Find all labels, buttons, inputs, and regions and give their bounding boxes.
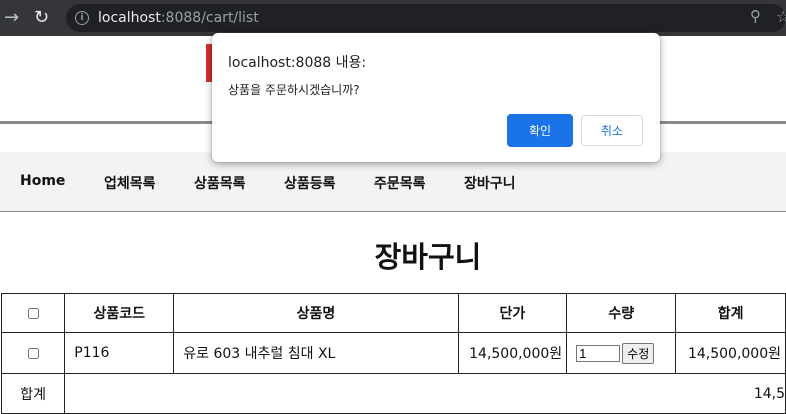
bookmark-star-icon[interactable]: ☆	[776, 7, 786, 26]
cell-subtotal: 14,500,000원	[675, 332, 786, 374]
menu-item-products[interactable]: 상품목록	[194, 173, 246, 193]
reload-icon[interactable]: ↻	[34, 8, 49, 28]
menu-item-vendors[interactable]: 업체목록	[104, 173, 156, 193]
page-title: 장바구니	[374, 240, 482, 274]
table-row: P116 유로 603 내추럴 침대 XL 14,500,000원 수정 14,…	[0, 332, 786, 374]
column-header-subtotal: 합계	[675, 293, 786, 333]
select-all-cell	[0, 293, 66, 333]
confirm-dialog: localhost:8088 내용: 상품을 주문하시겠습니까? 확인 취소	[212, 33, 660, 162]
total-row: 합계 14,5	[0, 373, 786, 414]
cart-table: 상품코드 상품명 단가 수량 합계 P116 유로 603 내추럴 침대 XL …	[0, 293, 786, 414]
column-header-qty: 수량	[566, 293, 677, 333]
cell-product-name: 유로 603 내추럴 침대 XL	[173, 332, 459, 374]
total-label: 합계	[0, 373, 66, 414]
cell-quantity: 수정	[566, 332, 677, 374]
menu-item-add-product[interactable]: 상품등록	[284, 173, 336, 193]
row-select-cell	[0, 332, 66, 374]
cancel-button[interactable]: 취소	[581, 115, 643, 146]
browser-toolbar: → ↻ i localhost:8088/cart/list ⚲ ☆	[0, 0, 786, 36]
cell-unit-price: 14,500,000원	[457, 332, 568, 374]
confirm-button[interactable]: 확인	[507, 114, 573, 147]
quantity-input[interactable]	[576, 344, 621, 362]
select-all-checkbox[interactable]	[27, 307, 39, 319]
address-bar[interactable]: i localhost:8088/cart/list ⚲ ☆	[66, 4, 786, 32]
menu-item-orders[interactable]: 주문목록	[374, 173, 426, 193]
info-icon[interactable]: i	[75, 11, 89, 25]
url-host: localhost	[98, 10, 161, 26]
cell-product-code: P116	[64, 332, 175, 374]
zoom-icon[interactable]: ⚲	[750, 7, 761, 25]
column-header-name: 상품명	[173, 293, 459, 333]
url-path: :8088/cart/list	[160, 10, 259, 26]
dialog-message: 상품을 주문하시겠습니까?	[228, 83, 360, 97]
url-text[interactable]: localhost:8088/cart/list	[98, 10, 259, 26]
back-arrow-icon[interactable]: →	[4, 8, 19, 28]
row-checkbox[interactable]	[27, 347, 39, 359]
menu-item-cart[interactable]: 장바구니	[464, 173, 516, 193]
update-quantity-button[interactable]: 수정	[622, 342, 655, 364]
menu-item-home[interactable]: Home	[20, 173, 65, 189]
total-value-text: 14,5	[753, 385, 785, 402]
total-value: 14,5	[64, 373, 786, 414]
table-header-row: 상품코드 상품명 단가 수량 합계	[0, 293, 786, 333]
column-header-price: 단가	[457, 293, 568, 333]
dialog-title: localhost:8088 내용:	[228, 55, 367, 71]
column-header-code: 상품코드	[64, 293, 175, 333]
